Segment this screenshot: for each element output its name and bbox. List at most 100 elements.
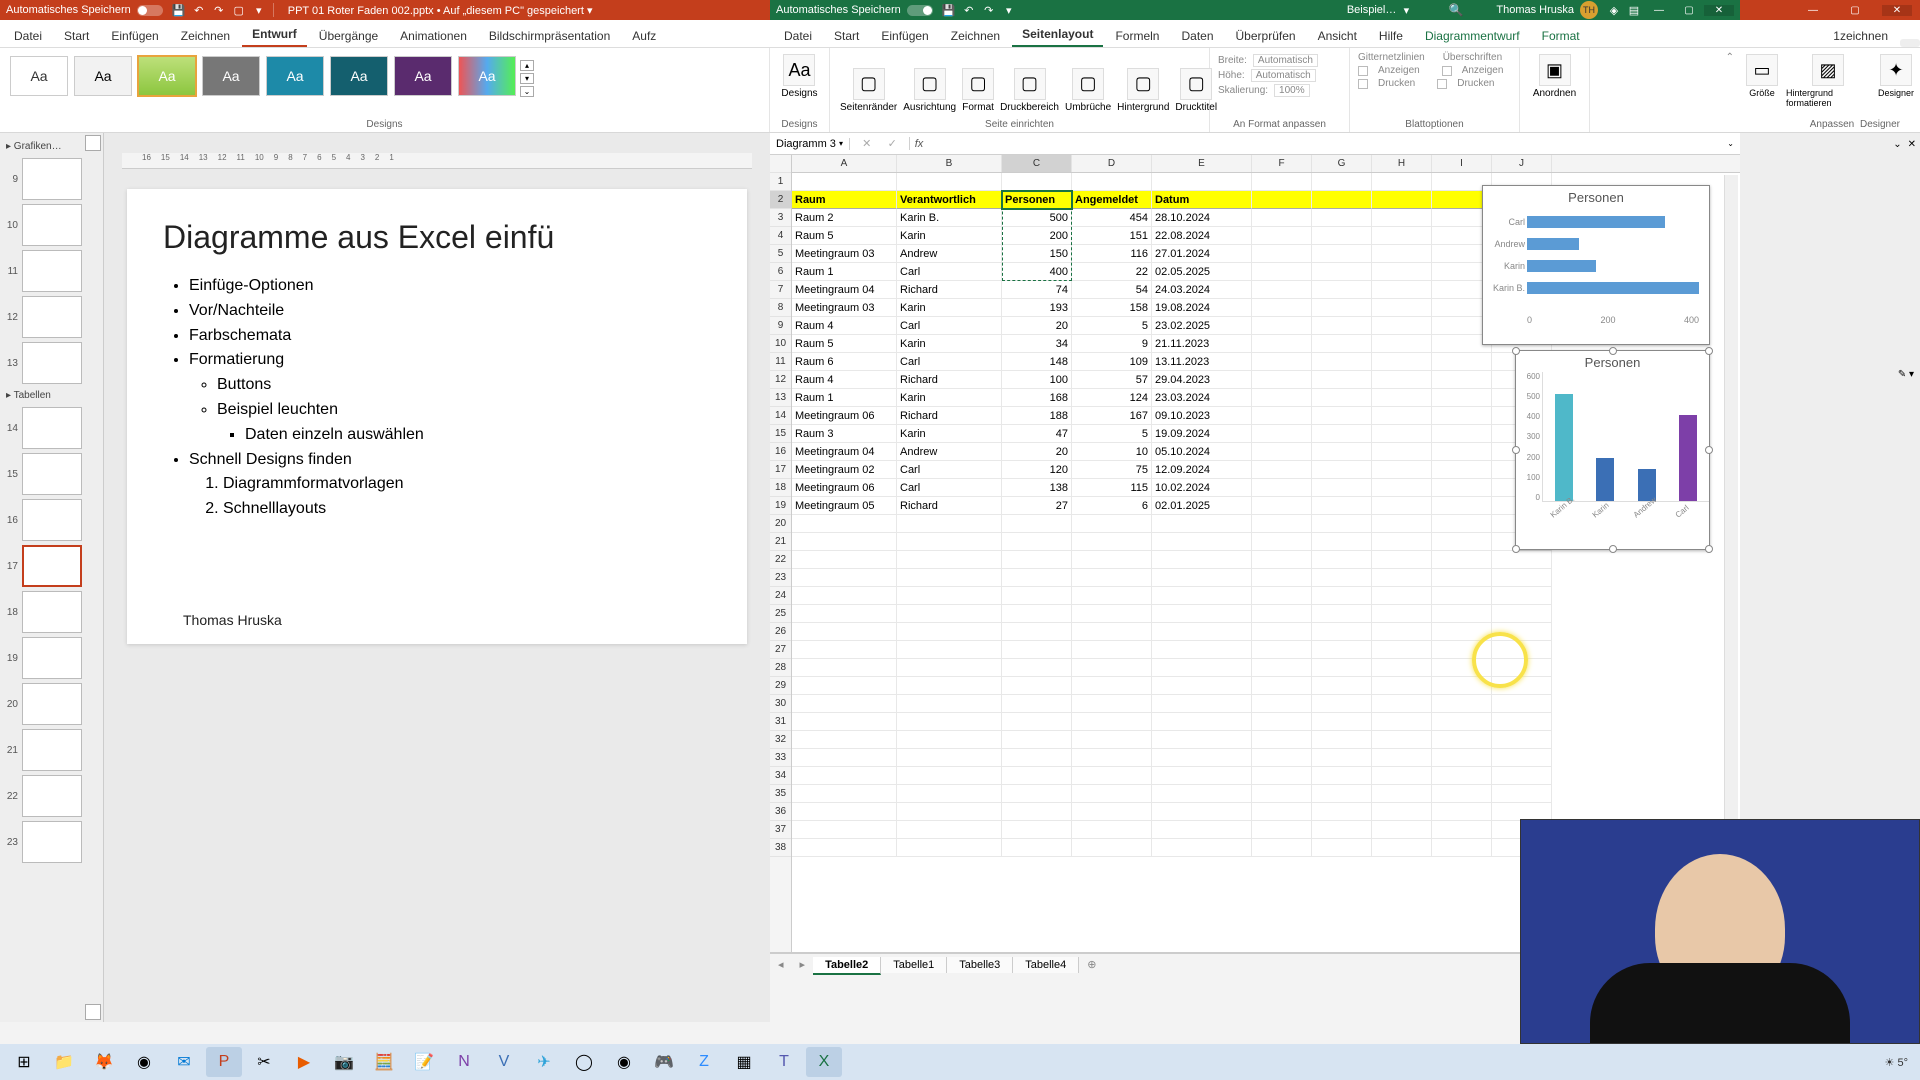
cell[interactable] <box>1432 659 1492 677</box>
sheet-nav-prev-icon[interactable]: ◂ <box>770 958 792 971</box>
cell[interactable] <box>1252 515 1312 533</box>
cell[interactable] <box>1002 641 1072 659</box>
slide-thumbnail[interactable] <box>22 342 82 384</box>
cell[interactable] <box>1492 641 1552 659</box>
cell[interactable] <box>792 785 897 803</box>
cell[interactable] <box>1252 659 1312 677</box>
cell[interactable] <box>1312 209 1372 227</box>
autosave-toggle-pp[interactable] <box>137 5 163 16</box>
taskbar-snip-icon[interactable]: ✂ <box>246 1047 282 1077</box>
cell[interactable]: 23.03.2024 <box>1152 389 1252 407</box>
slide-thumbnail[interactable] <box>22 591 82 633</box>
theme-thumb[interactable]: Aa <box>74 56 132 96</box>
slide-author[interactable]: Thomas Hruska <box>183 612 282 628</box>
cell[interactable]: Raum 6 <box>792 353 897 371</box>
cell[interactable]: Carl <box>897 461 1002 479</box>
cell[interactable] <box>1432 731 1492 749</box>
cell[interactable] <box>1372 605 1432 623</box>
cell[interactable] <box>1432 677 1492 695</box>
cell[interactable]: Meetingraum 04 <box>792 443 897 461</box>
cell[interactable] <box>1072 641 1152 659</box>
cell[interactable] <box>1372 551 1432 569</box>
cell[interactable]: Angemeldet <box>1072 191 1152 209</box>
cell[interactable] <box>1152 605 1252 623</box>
cell[interactable] <box>1002 515 1072 533</box>
umbrüche-button[interactable]: ▢Umbrüche <box>1063 66 1113 115</box>
slideshow-icon[interactable]: ▢ <box>232 3 246 17</box>
cell[interactable]: 10 <box>1072 443 1152 461</box>
tab-einfügen[interactable]: Einfügen <box>101 25 168 47</box>
themes-scroll-down-icon[interactable]: ▾ <box>520 73 534 84</box>
slide-title[interactable]: Diagramme aus Excel einfü <box>163 219 711 256</box>
cell[interactable] <box>1152 173 1252 191</box>
cell[interactable] <box>1072 533 1152 551</box>
cell[interactable] <box>1372 317 1432 335</box>
cell[interactable] <box>897 173 1002 191</box>
redo-icon[interactable]: ↷ <box>982 3 996 17</box>
tab-zeichnen[interactable]: Zeichnen <box>941 25 1010 47</box>
chart-options-button[interactable]: ✎ ▾ <box>1898 369 1914 380</box>
row-header[interactable]: 2 <box>770 191 791 209</box>
cell[interactable]: 115 <box>1072 479 1152 497</box>
cell[interactable] <box>1252 677 1312 695</box>
cell[interactable] <box>1312 245 1372 263</box>
table-row[interactable] <box>792 551 1740 569</box>
cell[interactable] <box>1372 587 1432 605</box>
table-row[interactable] <box>792 605 1740 623</box>
row-header[interactable]: 16 <box>770 443 791 461</box>
cell[interactable]: 09.10.2023 <box>1152 407 1252 425</box>
cell[interactable] <box>1252 767 1312 785</box>
more-qat-icon[interactable]: ▾ <box>252 3 266 17</box>
cell[interactable] <box>897 785 1002 803</box>
tab-start[interactable]: Start <box>54 25 99 47</box>
cell[interactable] <box>1002 551 1072 569</box>
cell[interactable]: 5 <box>1072 317 1152 335</box>
cell[interactable] <box>1432 443 1492 461</box>
tab-daten[interactable]: Daten <box>1171 25 1223 47</box>
cell[interactable] <box>1072 767 1152 785</box>
row-header[interactable]: 5 <box>770 245 791 263</box>
cell[interactable] <box>1252 371 1312 389</box>
cell[interactable] <box>1072 677 1152 695</box>
cell[interactable] <box>1252 479 1312 497</box>
cell[interactable] <box>1492 677 1552 695</box>
cell[interactable] <box>1152 641 1252 659</box>
cell[interactable] <box>1372 443 1432 461</box>
cell[interactable] <box>897 731 1002 749</box>
tab-hilfe[interactable]: Hilfe <box>1369 25 1413 47</box>
user-avatar[interactable]: TH <box>1580 1 1598 19</box>
bar[interactable] <box>1527 260 1596 272</box>
bar[interactable] <box>1555 394 1573 502</box>
cell[interactable] <box>1312 533 1372 551</box>
cell[interactable] <box>1432 371 1492 389</box>
thumbnail-row[interactable]: 15 <box>2 453 101 495</box>
cell[interactable] <box>1002 677 1072 695</box>
cell[interactable]: 19.09.2024 <box>1152 425 1252 443</box>
cell[interactable] <box>1312 821 1372 839</box>
cell[interactable]: 109 <box>1072 353 1152 371</box>
weather-icon[interactable]: ☀ 5° <box>1885 1056 1908 1069</box>
cell[interactable] <box>792 839 897 857</box>
tab-entwurf[interactable]: Entwurf <box>242 23 307 47</box>
cell[interactable]: 5 <box>1072 425 1152 443</box>
cell[interactable] <box>1312 713 1372 731</box>
cell[interactable] <box>897 605 1002 623</box>
cell[interactable] <box>1432 695 1492 713</box>
cell[interactable]: Raum 1 <box>792 389 897 407</box>
row-header[interactable]: 13 <box>770 389 791 407</box>
cell[interactable]: Meetingraum 02 <box>792 461 897 479</box>
cell[interactable]: 27 <box>1002 497 1072 515</box>
cell[interactable] <box>792 605 897 623</box>
row-header[interactable]: 36 <box>770 803 791 821</box>
row-header[interactable]: 37 <box>770 821 791 839</box>
cell[interactable] <box>1372 785 1432 803</box>
cell[interactable]: 120 <box>1002 461 1072 479</box>
cell[interactable] <box>1312 749 1372 767</box>
cell[interactable]: Verantwortlich <box>897 191 1002 209</box>
cell[interactable]: Andrew <box>897 443 1002 461</box>
cell[interactable]: 28.10.2024 <box>1152 209 1252 227</box>
cell[interactable] <box>1492 659 1552 677</box>
tab-datei[interactable]: Datei <box>774 25 822 47</box>
cell[interactable]: Karin <box>897 299 1002 317</box>
taskbar-outlook-icon[interactable]: ✉ <box>166 1047 202 1077</box>
